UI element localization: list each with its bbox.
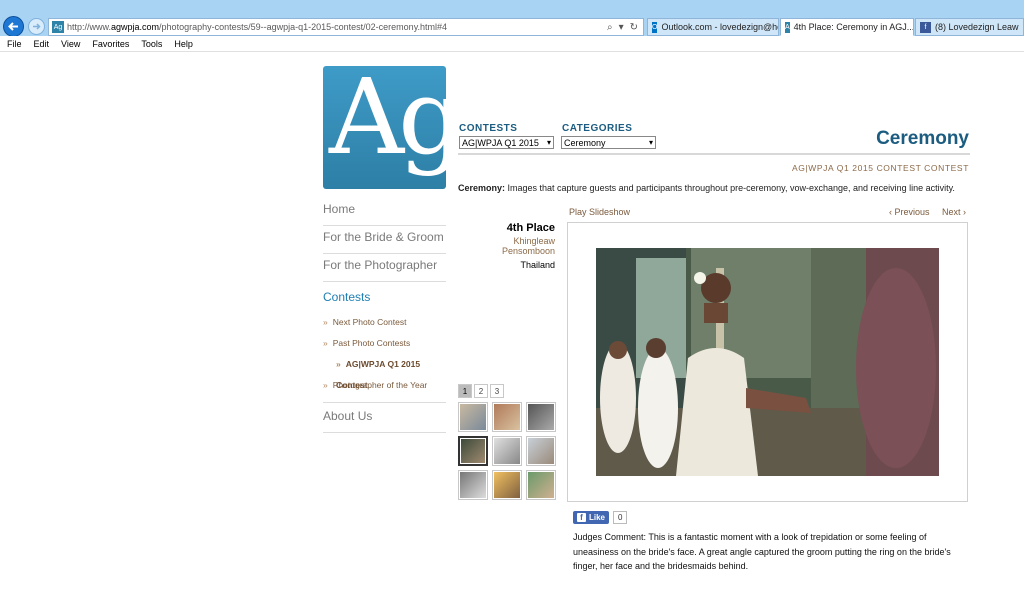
play-slideshow-link[interactable]: Play Slideshow	[569, 207, 630, 217]
category-desc-text: Images that capture guests and participa…	[505, 183, 955, 193]
site-favicon-icon: A	[785, 21, 790, 33]
bullet-icon: »	[323, 380, 328, 390]
categories-select-value: Ceremony	[564, 137, 606, 148]
thumbnail-grid	[458, 402, 558, 500]
thumbnail[interactable]	[458, 470, 488, 500]
next-link[interactable]: Next ›	[942, 207, 966, 217]
categories-label: CATEGORIES	[562, 123, 633, 134]
category-name: Ceremony:	[458, 183, 506, 193]
bullet-icon: »	[323, 338, 328, 348]
thumbnail[interactable]	[492, 402, 522, 432]
facebook-icon: f	[577, 513, 586, 522]
entry-country: Thailand	[520, 260, 555, 270]
menu-help[interactable]: Help	[174, 39, 193, 49]
tab-ceremony[interactable]: A 4th Place: Ceremony in AGJ... ✕	[780, 18, 914, 36]
nav-home[interactable]: Home	[323, 198, 446, 226]
address-bar[interactable]: Ag http://www.agwpja.com/photography-con…	[48, 18, 644, 36]
back-button[interactable]	[3, 16, 24, 37]
outlook-icon: O	[652, 21, 658, 33]
thumbnail[interactable]	[526, 402, 556, 432]
back-arrow-icon	[8, 22, 18, 31]
categories-select[interactable]: Ceremony ▾	[561, 136, 656, 149]
tab-label: 4th Place: Ceremony in AGJ...	[793, 22, 914, 32]
url-prefix: http://www.	[67, 22, 112, 32]
judges-comment: Judges Comment: This is a fantastic mome…	[573, 532, 951, 571]
site-logo[interactable]: Ag	[323, 66, 446, 189]
tab-outlook[interactable]: O Outlook.com - lovedezign@ho...	[647, 18, 779, 36]
thumbnail[interactable]	[492, 470, 522, 500]
nav-about[interactable]: About Us	[323, 405, 446, 433]
url-path: /photography-contests/59--agwpja-q1-2015…	[159, 22, 448, 32]
nav-contests[interactable]: Contests	[323, 282, 446, 312]
forward-arrow-icon	[33, 23, 41, 30]
thumbnail[interactable]	[458, 402, 488, 432]
nav-photographer[interactable]: For the Photographer	[323, 254, 446, 282]
chevron-down-icon: ▾	[648, 138, 653, 147]
tab-label: (8) Lovedezign Leaw	[935, 22, 1019, 32]
prev-next-nav: ‹ Previous Next ›	[879, 207, 966, 217]
thumbnail[interactable]	[458, 436, 488, 466]
thumbnail[interactable]	[526, 470, 556, 500]
contests-select-value: AG|WPJA Q1 2015	[462, 137, 539, 148]
thumbnail[interactable]	[492, 436, 522, 466]
header-divider	[458, 153, 970, 155]
entry-place: 4th Place	[506, 222, 555, 234]
page-title: Ceremony	[876, 128, 969, 149]
nav-label: Past Photo Contests	[332, 338, 411, 348]
forward-button[interactable]	[28, 18, 45, 35]
nav-next-contest[interactable]: » Next Photo Contest	[323, 312, 446, 333]
thumbnail-pager: 1 2 3	[458, 384, 504, 398]
nav-current-contest[interactable]: » AG|WPJA Q1 2015 Contest	[323, 354, 446, 390]
nav-past-contests[interactable]: » Past Photo Contests	[323, 333, 446, 354]
menu-edit[interactable]: Edit	[34, 39, 50, 49]
menu-favorites[interactable]: Favorites	[92, 39, 129, 49]
nav-divider	[323, 396, 446, 403]
entry-photo[interactable]	[596, 248, 939, 476]
tab-facebook[interactable]: f (8) Lovedezign Leaw	[915, 18, 1024, 36]
entry-photographer[interactable]: Khingleaw Pensomboon	[458, 236, 555, 256]
contest-subtitle: AG|WPJA Q1 2015 CONTEST CONTEST	[792, 163, 969, 173]
page-button[interactable]: 3	[490, 384, 504, 398]
bullet-icon: »	[323, 317, 328, 327]
category-description: Ceremony: Images that capture guests and…	[458, 183, 970, 193]
site-favicon-icon: Ag	[52, 21, 64, 33]
page-button[interactable]: 2	[474, 384, 488, 398]
search-icon[interactable]: ⌕	[607, 22, 613, 33]
wedding-photo-image	[596, 248, 939, 476]
like-count: 0	[613, 511, 628, 524]
like-label: Like	[589, 513, 606, 522]
nav-label: Next Photo Contest	[332, 317, 407, 327]
contests-label: CONTESTS	[459, 123, 518, 134]
thumbnail[interactable]	[526, 436, 556, 466]
contests-select[interactable]: AG|WPJA Q1 2015 ▾	[459, 136, 554, 149]
nav-bride-groom[interactable]: For the Bride & Groom	[323, 226, 446, 254]
chevron-down-icon: ▾	[546, 138, 551, 147]
facebook-icon: f	[920, 21, 931, 33]
entry-info: 4th Place Khingleaw Pensomboon Thailand	[458, 222, 555, 270]
nav-poy[interactable]: » Photographer of the Year	[323, 375, 446, 396]
tab-label: Outlook.com - lovedezign@ho...	[661, 22, 779, 32]
facebook-like: f Like 0	[573, 511, 628, 524]
dropdown-icon[interactable]: ▾	[619, 22, 624, 33]
page-button[interactable]: 1	[458, 384, 472, 398]
like-button[interactable]: f Like	[573, 511, 610, 524]
sidebar-nav: Home For the Bride & Groom For the Photo…	[323, 198, 446, 433]
url-domain: agwpja.com	[111, 22, 160, 32]
menu-view[interactable]: View	[61, 39, 80, 49]
bullet-icon: »	[336, 359, 341, 369]
menu-file[interactable]: File	[7, 39, 22, 49]
nav-label: Photographer of the Year	[332, 380, 428, 390]
logo-text: Ag	[329, 66, 446, 178]
previous-link[interactable]: ‹ Previous	[889, 207, 930, 217]
menu-tools[interactable]: Tools	[141, 39, 162, 49]
address-url[interactable]: http://www.agwpja.com/photography-contes…	[67, 22, 607, 32]
menu-bar: File Edit View Favorites Tools Help	[0, 36, 1024, 52]
refresh-icon[interactable]: ↻	[630, 22, 638, 33]
